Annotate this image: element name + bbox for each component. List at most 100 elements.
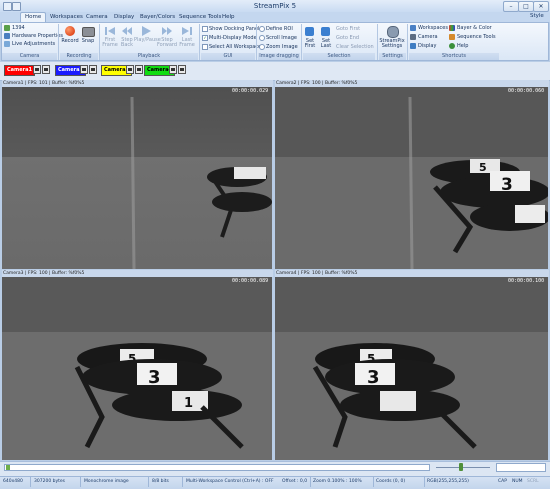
status-separator bbox=[148, 477, 149, 487]
goto-end-item[interactable]: Goto End bbox=[336, 35, 359, 41]
set-first-button[interactable]: Set First bbox=[303, 25, 317, 53]
settings-gear-icon bbox=[387, 26, 399, 38]
camera1-tab[interactable]: Camera1 bbox=[4, 65, 35, 76]
tab-bayer-colors[interactable]: Bayer/Colors bbox=[136, 13, 179, 22]
viewer1-header: Camera1 | FPS: 101 | Buffer: %f0%5 bbox=[2, 80, 273, 87]
sequence-scrollbar[interactable] bbox=[4, 464, 430, 471]
camera2-record-icon[interactable] bbox=[80, 65, 88, 74]
svg-text:3: 3 bbox=[148, 367, 161, 388]
status-separator bbox=[310, 477, 311, 487]
tab-help[interactable]: Help bbox=[218, 13, 239, 22]
workspaces-icon bbox=[410, 25, 416, 31]
clear-selection-item[interactable]: Clear Selection bbox=[336, 44, 374, 50]
viewer3-header: Camera3 | FPS: 100 | Buffer: %f0%5 bbox=[2, 270, 273, 277]
checkbox-unchecked bbox=[202, 44, 208, 50]
last-frame-button[interactable]: Last Frame bbox=[178, 25, 196, 53]
camera1-snapshot-icon[interactable] bbox=[42, 65, 50, 74]
camera4-record-icon[interactable] bbox=[169, 65, 177, 74]
step-forward-icon bbox=[162, 27, 172, 35]
minimize-button[interactable]: – bbox=[503, 1, 519, 12]
streampix-settings-button[interactable]: StreamPix Settings bbox=[379, 25, 405, 53]
maximize-button[interactable]: □ bbox=[518, 1, 534, 12]
ribbon-separator bbox=[58, 24, 59, 60]
style-menu[interactable]: Style bbox=[530, 13, 544, 19]
tab-workspaces[interactable]: Workspaces bbox=[46, 13, 87, 22]
camera-icon bbox=[4, 25, 10, 31]
bayer-color-icon bbox=[449, 25, 455, 31]
viewer2-image[interactable]: 5 3 bbox=[275, 87, 548, 269]
svg-text:1: 1 bbox=[184, 396, 193, 411]
status-rgb: RGB(255,255,255) bbox=[427, 479, 469, 484]
record-button[interactable]: Record bbox=[61, 25, 79, 51]
gui-group-label: GUI bbox=[201, 53, 255, 60]
status-num: NUM bbox=[512, 479, 523, 484]
zoom-slider-thumb[interactable] bbox=[459, 463, 463, 471]
svg-text:3: 3 bbox=[367, 367, 380, 388]
status-separator bbox=[30, 477, 31, 487]
viewer4-header: Camera4 | FPS: 100 | Buffer: %f0%5 bbox=[275, 270, 549, 277]
checkbox-unchecked bbox=[202, 26, 208, 32]
close-button[interactable]: ✕ bbox=[533, 1, 549, 12]
viewer3-image[interactable]: 5 3 1 bbox=[2, 277, 272, 460]
status-separator bbox=[80, 477, 81, 487]
viewer4-timecode: 00:00:00.100 bbox=[508, 278, 545, 284]
scroll-thumb[interactable] bbox=[6, 465, 10, 470]
camera3-record-icon[interactable] bbox=[126, 65, 134, 74]
snap-button[interactable]: Snap bbox=[80, 25, 96, 51]
record-icon bbox=[65, 26, 75, 36]
status-resolution: 640x480 bbox=[3, 479, 23, 484]
status-format: Monochrome image bbox=[84, 479, 129, 484]
camera2-snapshot-icon[interactable] bbox=[89, 65, 97, 74]
first-frame-icon bbox=[105, 27, 115, 35]
radio-unselected bbox=[259, 26, 265, 32]
svg-text:3: 3 bbox=[501, 175, 513, 195]
properties-icon bbox=[4, 33, 10, 39]
first-frame-button[interactable]: First Frame bbox=[102, 25, 118, 53]
display-icon bbox=[410, 43, 416, 49]
viewer1-image[interactable] bbox=[2, 87, 272, 269]
svg-text:5: 5 bbox=[479, 161, 487, 174]
shortcuts-group-label: Shortcuts bbox=[409, 53, 499, 60]
greyhound-race-frame: 5 3 1 bbox=[2, 277, 272, 460]
set-first-icon bbox=[305, 27, 314, 36]
greyhound-race-frame: 5 3 bbox=[275, 87, 548, 269]
step-back-button[interactable]: Step Back bbox=[119, 25, 135, 53]
step-back-icon bbox=[122, 27, 132, 35]
tab-camera[interactable]: Camera bbox=[82, 13, 112, 22]
image-dragging-group-label: Image dragging bbox=[258, 53, 300, 60]
window-title: StreamPix 5 bbox=[253, 2, 297, 10]
goto-first-item[interactable]: Goto First bbox=[336, 26, 360, 32]
ribbon-separator bbox=[256, 24, 257, 60]
camera-group-label: Camera bbox=[2, 53, 57, 60]
viewer3-timecode: 00:00:00.089 bbox=[232, 278, 269, 284]
camera-icon bbox=[410, 34, 416, 40]
set-last-icon bbox=[321, 27, 330, 36]
settings-group-label: Settings bbox=[379, 53, 406, 60]
playback-group-label: Playback bbox=[100, 53, 198, 60]
camera1-record-icon[interactable] bbox=[33, 65, 41, 74]
status-separator bbox=[182, 477, 183, 487]
sequence-tools-icon bbox=[449, 34, 455, 40]
help-icon bbox=[449, 43, 455, 49]
set-last-button[interactable]: Set Last bbox=[319, 25, 333, 53]
viewer2-timecode: 00:00:00.060 bbox=[508, 88, 545, 94]
camera4-snapshot-icon[interactable] bbox=[178, 65, 186, 74]
tab-display[interactable]: Display bbox=[110, 13, 138, 22]
status-separator bbox=[373, 477, 374, 487]
viewer4-image[interactable]: 5 3 bbox=[275, 277, 548, 460]
zoom-slider-track[interactable] bbox=[436, 467, 490, 468]
viewer2-header: Camera2 | FPS: 100 | Buffer: %f0%5 bbox=[275, 80, 549, 87]
greyhound-race-frame bbox=[2, 87, 272, 269]
ribbon-separator bbox=[199, 24, 200, 60]
radio-unselected bbox=[259, 44, 265, 50]
step-forward-button[interactable]: Step Forward bbox=[157, 25, 177, 53]
frame-input[interactable] bbox=[496, 463, 546, 472]
checkbox-checked: ✓ bbox=[202, 35, 208, 41]
recording-group-label: Recording bbox=[60, 53, 98, 60]
status-separator bbox=[424, 477, 425, 487]
adjust-icon bbox=[4, 41, 10, 47]
camera3-snapshot-icon[interactable] bbox=[135, 65, 143, 74]
selection-group-label: Selection bbox=[303, 53, 375, 60]
radio-unselected bbox=[259, 35, 265, 41]
play-pause-button[interactable]: Play/Pause bbox=[134, 25, 161, 53]
